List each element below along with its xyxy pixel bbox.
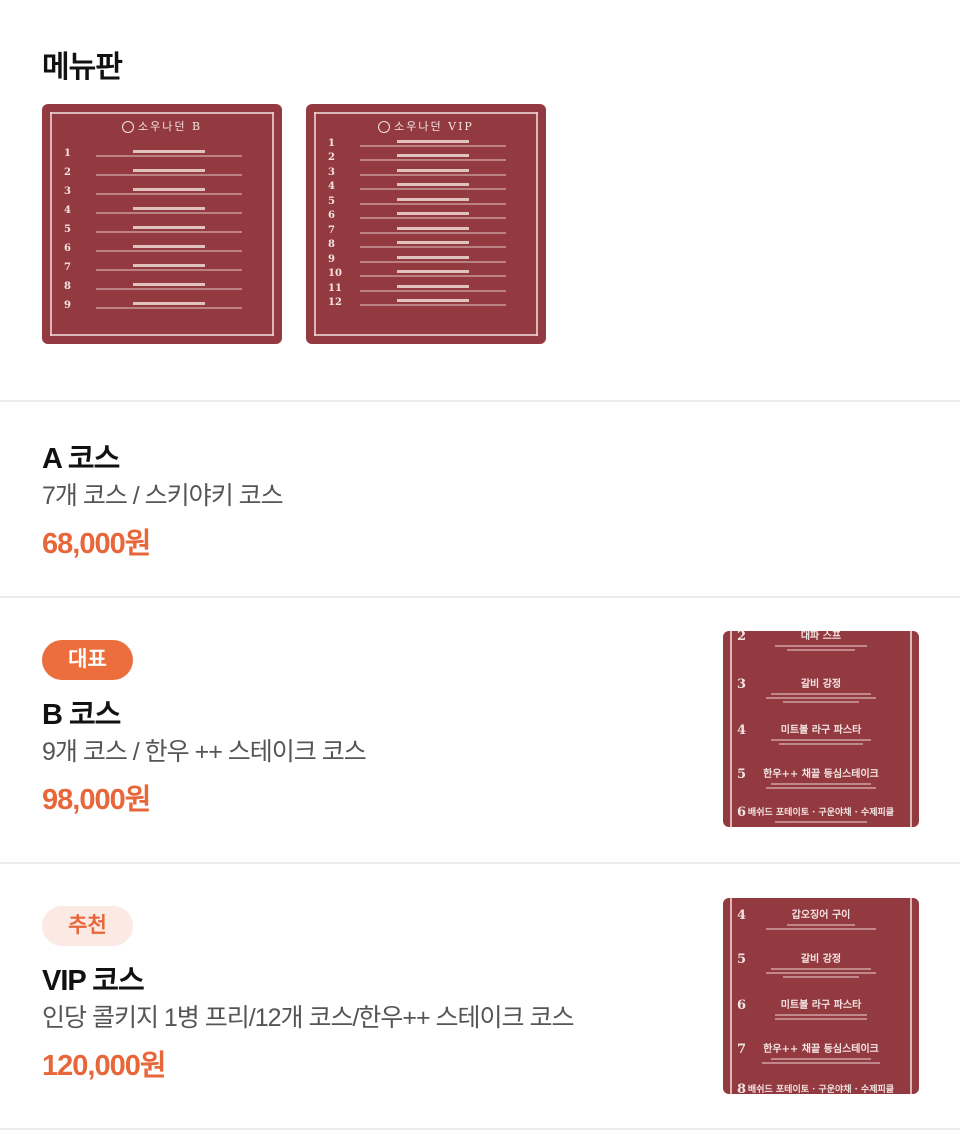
thumbnail-item: 5 갈비 강정	[737, 952, 905, 978]
menu-image-item: 8	[328, 238, 524, 253]
menu-image-item: 1	[64, 144, 260, 163]
course-b[interactable]: 대표 B 코스 9개 코스 / 한우 ++ 스테이크 코스 98,000원 2대…	[0, 598, 960, 864]
thumbnail-item: 3 갈비 강정	[737, 677, 905, 703]
course-a[interactable]: A 코스 7개 코스 / 스키야키 코스 68,000원	[0, 402, 960, 598]
thumbnail-item: 2 대파 스프	[737, 631, 905, 651]
representative-badge: 대표	[42, 640, 133, 680]
thumbnail-item: 7 한우++ 채끝 등심스테이크	[737, 1042, 905, 1064]
menu-image-header: 소우나던 VIP	[306, 118, 546, 134]
course-description: 7개 코스 / 스키야키 코스	[42, 482, 284, 510]
course-price: 68,000원	[42, 528, 151, 560]
menu-board-title: 메뉴판	[42, 51, 123, 84]
menu-image-vip-course[interactable]: 소우나던 VIP 1 2 3 4 5 6 7 8 9 10 11 12	[306, 104, 546, 344]
menu-image-list: 1 2 3 4 5 6 7 8 9 10 11 12	[328, 136, 524, 310]
menu-image-item: 2	[64, 163, 260, 182]
menu-board-images: 소우나던 B 1 2 3 4 5 6 7 8 9 소우나던 VIP 1 2 3 …	[42, 104, 918, 344]
thumbnail-item: 4 갑오징어 구이	[737, 908, 905, 930]
menu-image-item: 9	[328, 252, 524, 267]
menu-image-item: 1	[328, 136, 524, 151]
thumbnail-item: 6 배쉬드 포테이토 · 구운야채 · 수제피클	[737, 805, 905, 823]
menu-image-item: 11	[328, 281, 524, 296]
thumbnail-item: 5 한우++ 채끝 등심스테이크	[737, 767, 905, 789]
menu-image-b-course[interactable]: 소우나던 B 1 2 3 4 5 6 7 8 9	[42, 104, 282, 344]
course-name: A 코스	[42, 443, 120, 475]
menu-image-item: 4	[328, 180, 524, 195]
menu-image-item: 6	[328, 209, 524, 224]
menu-image-header: 소우나던 B	[42, 118, 282, 134]
menu-image-item: 7	[64, 258, 260, 277]
menu-image-list: 1 2 3 4 5 6 7 8 9	[64, 144, 260, 315]
menu-image-item: 5	[328, 194, 524, 209]
recommended-badge: 추천	[42, 906, 133, 946]
menu-image-item: 12	[328, 296, 524, 311]
course-thumbnail[interactable]: 4 갑오징어 구이 5 갈비 강정 6 미트볼 라구 파스타 7 한우++ 채끝 등심스…	[723, 898, 919, 1094]
menu-image-item: 8	[64, 277, 260, 296]
thumbnail-item: 8 배쉬드 포테이토 · 구운야채 · 수제피클	[737, 1082, 895, 1094]
menu-image-item: 6	[64, 239, 260, 258]
emblem-icon	[121, 121, 134, 133]
menu-image-item: 9	[64, 296, 260, 315]
menu-image-item: 10	[328, 267, 524, 282]
emblem-icon	[378, 121, 391, 133]
thumbnail-item: 4 미트볼 라구 파스타	[737, 723, 905, 745]
menu-image-item: 3	[328, 165, 524, 180]
course-vip[interactable]: 추천 VIP 코스 인당 콜키지 1병 프리/12개 코스/한우++ 스테이크 …	[0, 864, 960, 1130]
thumbnail-item: 6 미트볼 라구 파스타	[737, 998, 905, 1020]
menu-image-item: 4	[64, 201, 260, 220]
menu-image-item: 2	[328, 151, 524, 166]
menu-board-section: 메뉴판 소우나던 B 1 2 3 4 5 6 7 8 9 소우나던 VIP 1 …	[0, 0, 960, 402]
menu-image-item: 5	[64, 220, 260, 239]
course-thumbnail[interactable]: 2 대파 스프 3 갈비 강정 4 미트볼 라구 파스타 5 한우++ 채끝 등심스테이…	[723, 631, 919, 827]
menu-image-item: 7	[328, 223, 524, 238]
menu-image-item: 3	[64, 182, 260, 201]
